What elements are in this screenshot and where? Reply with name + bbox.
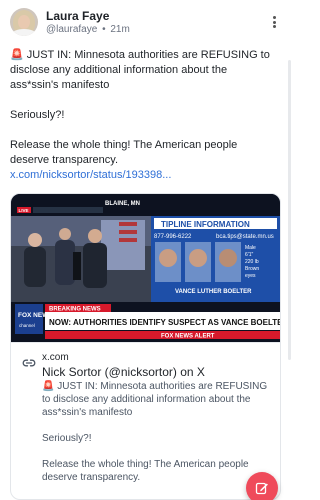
avatar[interactable] (10, 8, 38, 36)
news-headline: NOW: AUTHORITIES IDENTIFY SUSPECT AS VAN… (49, 318, 280, 327)
network-logo: FOX NEWS (18, 312, 53, 319)
meta-separator: • (102, 24, 106, 35)
tipline-phone: 877-996-6222 (154, 234, 192, 240)
card-thumbnail[interactable]: BLAINE, MN LIVE TIPLINE INFORMATION 877-… (11, 194, 280, 342)
post-body: 🚨 JUST IN: Minnesota authorities are REF… (10, 48, 278, 183)
link-icon (22, 355, 36, 367)
post-body-line: Seriously?! (10, 109, 65, 121)
post: Laura Faye @laurafaye • 21m 🚨 JUST IN: M… (0, 0, 291, 500)
more-options-button[interactable] (271, 16, 277, 30)
news-still-image: BLAINE, MN LIVE TIPLINE INFORMATION 877-… (11, 194, 280, 342)
link-preview-card[interactable]: BLAINE, MN LIVE TIPLINE INFORMATION 877-… (10, 193, 281, 500)
suspect-name: VANCE LUTHER BOELTER (175, 289, 252, 295)
card-description: 🚨 JUST IN: Minnesota authorities are REF… (42, 380, 274, 497)
author-name[interactable]: Laura Faye (46, 9, 109, 23)
suspect-stat: Male (245, 245, 256, 251)
post-link[interactable]: x.com/nicksortor/status/193398... (10, 169, 171, 181)
network-channel: channel (19, 323, 35, 328)
post-time: 21m (110, 24, 130, 35)
card-title[interactable]: Nick Sortor (@nicksortor) on X (42, 365, 205, 379)
tipline-email: bca.tips@state.mn.us (216, 234, 274, 240)
more-vertical-icon (271, 16, 277, 28)
card-info[interactable]: x.com Nick Sortor (@nicksortor) on X 🚨 J… (11, 342, 280, 499)
news-alert-label: FOX NEWS ALERT (161, 334, 215, 340)
suspect-stat: 6'1" (245, 252, 254, 258)
post-body-line: 🚨 JUST IN: Minnesota authorities are REF… (10, 49, 270, 91)
post-header: Laura Faye @laurafaye • 21m (10, 8, 281, 38)
card-description-line: Release the whole thing! The American pe… (42, 459, 249, 483)
card-description-line: Seriously?! (42, 433, 92, 444)
suspect-stat: Brown (245, 266, 259, 272)
card-description-line: 🚨 JUST IN: Minnesota authorities are REF… (42, 381, 268, 418)
live-badge: LIVE (19, 208, 29, 213)
tipline-title: TIPLINE INFORMATION (161, 220, 250, 229)
breaking-news-label: BREAKING NEWS (49, 307, 101, 313)
scrollbar[interactable] (288, 60, 291, 360)
suspect-stat: 220 lb (245, 259, 259, 265)
location-text: BLAINE, MN (105, 201, 140, 207)
post-meta: @laurafaye • 21m (46, 24, 130, 35)
suspect-stat: eyes (245, 273, 256, 279)
compose-button[interactable] (246, 472, 278, 500)
card-domain: x.com (42, 352, 69, 363)
post-body-line: Release the whole thing! The American pe… (10, 139, 238, 166)
author-handle[interactable]: @laurafaye (46, 24, 97, 35)
